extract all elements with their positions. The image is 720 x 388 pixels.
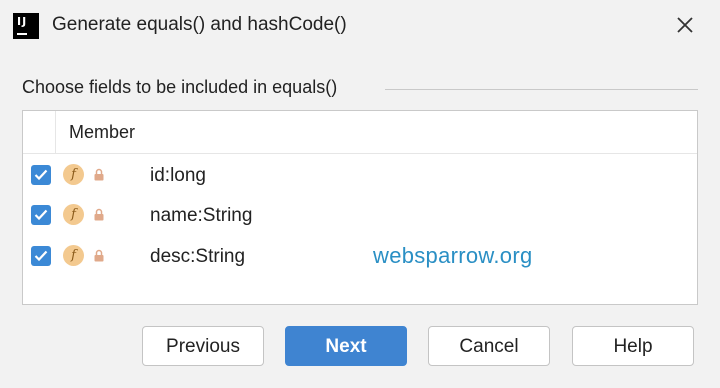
field-icon: f [63, 164, 84, 185]
cancel-button[interactable]: Cancel [428, 326, 550, 366]
field-checkbox[interactable] [31, 205, 51, 225]
title-bar: IJ Generate equals() and hashCode() [0, 0, 720, 52]
help-button[interactable]: Help [572, 326, 694, 366]
field-label: desc:String [150, 246, 246, 267]
close-icon [677, 17, 693, 33]
field-icon: f [63, 204, 84, 225]
lock-icon [94, 249, 104, 262]
field-checkbox[interactable] [31, 246, 51, 266]
list-item[interactable]: f name:String [23, 196, 697, 236]
intellij-app-icon: IJ [13, 13, 39, 39]
checkmark-icon [34, 250, 48, 262]
field-icon: f [63, 245, 84, 266]
lock-icon [94, 208, 104, 221]
previous-button[interactable]: Previous [142, 326, 264, 366]
watermark-text: websparrow.org [373, 243, 533, 268]
member-column-header[interactable]: Member [69, 122, 135, 143]
checkmark-icon [34, 169, 48, 181]
field-label: id:long [150, 165, 206, 186]
next-button[interactable]: Next [285, 326, 407, 366]
list-header: Member [23, 111, 697, 154]
list-item[interactable]: f desc:String [23, 237, 697, 277]
dialog-title: Generate equals() and hashCode() [52, 14, 347, 35]
fields-group-label: Choose fields to be included in equals() [22, 77, 338, 97]
header-separator [55, 111, 56, 153]
close-button[interactable] [670, 10, 700, 40]
checkmark-icon [34, 209, 48, 221]
lock-icon [94, 168, 104, 181]
field-checkbox[interactable] [31, 165, 51, 185]
field-label: name:String [150, 205, 253, 226]
list-item[interactable]: f id:long [23, 156, 697, 196]
members-list[interactable]: Member f id:long f name:String f desc:St… [22, 110, 698, 305]
group-separator [385, 89, 698, 90]
